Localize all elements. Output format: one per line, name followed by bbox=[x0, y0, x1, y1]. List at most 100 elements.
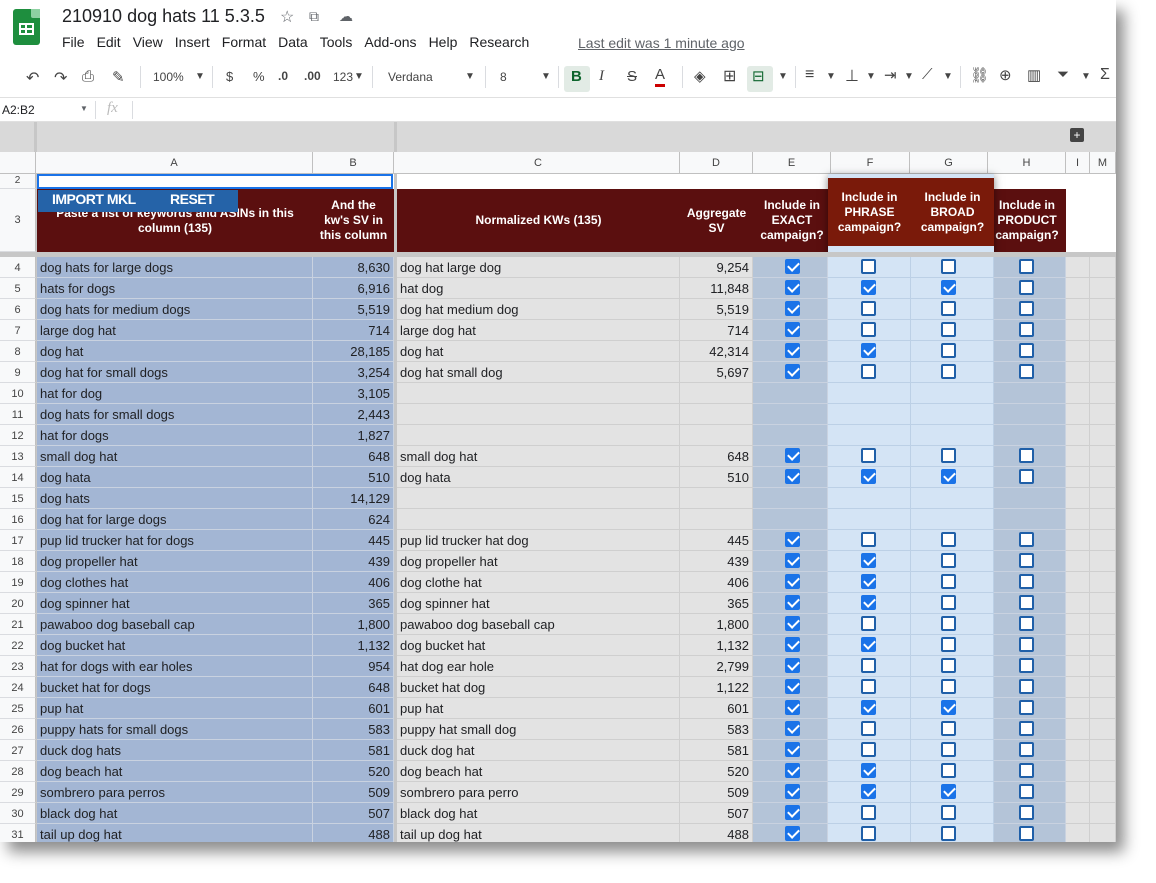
normalized-kw-cell[interactable]: sombrero para perro bbox=[397, 782, 680, 803]
phrase-cell[interactable] bbox=[828, 383, 911, 404]
aggregate-sv-cell[interactable]: 5,519 bbox=[680, 299, 753, 320]
col-header-a[interactable]: A bbox=[36, 152, 313, 174]
checkbox-h-unchecked[interactable] bbox=[1019, 826, 1034, 841]
checkbox-g-unchecked[interactable] bbox=[941, 763, 956, 778]
checkbox-e-checked[interactable] bbox=[785, 784, 800, 799]
row-header[interactable]: 16 bbox=[0, 509, 36, 530]
decrease-decimal-button[interactable]: .0 bbox=[278, 69, 288, 83]
checkbox-e-checked[interactable] bbox=[785, 616, 800, 631]
checkbox-g-unchecked[interactable] bbox=[941, 301, 956, 316]
keyword-cell[interactable]: dog hata bbox=[37, 467, 313, 488]
aggregate-sv-cell[interactable]: 581 bbox=[680, 740, 753, 761]
row-header[interactable]: 20 bbox=[0, 593, 36, 614]
checkbox-g-unchecked[interactable] bbox=[941, 595, 956, 610]
sv-cell[interactable]: 509 bbox=[313, 782, 394, 803]
aggregate-sv-cell[interactable]: 509 bbox=[680, 782, 753, 803]
col-header-e[interactable]: E bbox=[753, 152, 831, 174]
checkbox-e-checked[interactable] bbox=[785, 637, 800, 652]
broad-cell[interactable] bbox=[911, 509, 994, 530]
checkbox-f-checked[interactable] bbox=[861, 784, 876, 799]
checkbox-h-unchecked[interactable] bbox=[1019, 280, 1034, 295]
product-cell[interactable] bbox=[994, 509, 1066, 530]
checkbox-e-checked[interactable] bbox=[785, 826, 800, 841]
aggregate-sv-cell[interactable]: 2,799 bbox=[680, 656, 753, 677]
checkbox-h-unchecked[interactable] bbox=[1019, 721, 1034, 736]
text-color-button[interactable]: A bbox=[655, 66, 666, 87]
keyword-cell[interactable]: sombrero para perros bbox=[37, 782, 313, 803]
checkbox-e-checked[interactable] bbox=[785, 301, 800, 316]
aggregate-sv-cell[interactable]: 601 bbox=[680, 698, 753, 719]
checkbox-g-unchecked[interactable] bbox=[941, 448, 956, 463]
fill-color-icon[interactable]: ◈ bbox=[694, 67, 706, 85]
aggregate-sv-cell[interactable] bbox=[680, 404, 753, 425]
sv-cell[interactable]: 581 bbox=[313, 740, 394, 761]
normalized-kw-cell[interactable]: dog hat medium dog bbox=[397, 299, 680, 320]
sv-cell[interactable]: 583 bbox=[313, 719, 394, 740]
row-header[interactable]: 24 bbox=[0, 677, 36, 698]
checkbox-g-unchecked[interactable] bbox=[941, 679, 956, 694]
keyword-cell[interactable]: hat for dog bbox=[37, 383, 313, 404]
sv-cell[interactable]: 1,132 bbox=[313, 635, 394, 656]
aggregate-sv-cell[interactable]: 1,122 bbox=[680, 677, 753, 698]
text-rotation-icon[interactable]: ⟋ bbox=[922, 66, 933, 83]
star-icon[interactable]: ☆ bbox=[280, 7, 294, 27]
keyword-cell[interactable]: pawaboo dog baseball cap bbox=[37, 614, 313, 635]
sv-cell[interactable]: 648 bbox=[313, 677, 394, 698]
menu-research[interactable]: Research bbox=[469, 34, 529, 50]
normalized-kw-cell[interactable] bbox=[397, 425, 680, 446]
menu-edit[interactable]: Edit bbox=[97, 34, 121, 50]
normalized-kw-cell[interactable]: bucket hat dog bbox=[397, 677, 680, 698]
keyword-cell[interactable]: large dog hat bbox=[37, 320, 313, 341]
checkbox-h-unchecked[interactable] bbox=[1019, 532, 1034, 547]
checkbox-h-unchecked[interactable] bbox=[1019, 469, 1034, 484]
checkbox-g-checked[interactable] bbox=[941, 469, 956, 484]
checkbox-h-unchecked[interactable] bbox=[1019, 259, 1034, 274]
aggregate-sv-cell[interactable] bbox=[680, 425, 753, 446]
checkbox-f-checked[interactable] bbox=[861, 280, 876, 295]
aggregate-sv-cell[interactable]: 445 bbox=[680, 530, 753, 551]
broad-cell[interactable] bbox=[911, 488, 994, 509]
checkbox-f-checked[interactable] bbox=[861, 763, 876, 778]
import-mkl-button[interactable]: IMPORT MKL bbox=[52, 191, 136, 207]
horizontal-align-icon[interactable]: ≡ bbox=[805, 66, 814, 84]
insert-comment-icon[interactable]: ⊕ bbox=[999, 66, 1012, 84]
checkbox-f-unchecked[interactable] bbox=[861, 364, 876, 379]
font-size-chevron-icon[interactable]: ▼ bbox=[541, 71, 551, 82]
keyword-cell[interactable]: puppy hats for small dogs bbox=[37, 719, 313, 740]
checkbox-f-unchecked[interactable] bbox=[861, 259, 876, 274]
keyword-cell[interactable]: black dog hat bbox=[37, 803, 313, 824]
filter-chevron-icon[interactable]: ▼ bbox=[1081, 71, 1091, 82]
checkbox-g-unchecked[interactable] bbox=[941, 637, 956, 652]
col-header-c[interactable]: C bbox=[397, 152, 680, 174]
checkbox-f-unchecked[interactable] bbox=[861, 532, 876, 547]
normalized-kw-cell[interactable]: dog hat large dog bbox=[397, 257, 680, 278]
product-cell[interactable] bbox=[994, 488, 1066, 509]
sv-cell[interactable]: 6,916 bbox=[313, 278, 394, 299]
name-box-chevron-icon[interactable]: ▼ bbox=[80, 104, 88, 113]
keyword-cell[interactable]: duck dog hats bbox=[37, 740, 313, 761]
product-cell[interactable] bbox=[994, 425, 1066, 446]
checkbox-f-unchecked[interactable] bbox=[861, 742, 876, 757]
checkbox-f-checked[interactable] bbox=[861, 553, 876, 568]
normalized-kw-cell[interactable]: dog clothe hat bbox=[397, 572, 680, 593]
sv-cell[interactable]: 28,185 bbox=[313, 341, 394, 362]
row-header[interactable]: 8 bbox=[0, 341, 36, 362]
merge-chevron-icon[interactable]: ▼ bbox=[778, 71, 788, 82]
aggregate-sv-cell[interactable]: 714 bbox=[680, 320, 753, 341]
halign-chevron-icon[interactable]: ▼ bbox=[826, 71, 836, 82]
row-header[interactable]: 23 bbox=[0, 656, 36, 677]
checkbox-f-checked[interactable] bbox=[861, 469, 876, 484]
normalized-kw-cell[interactable]: hat dog bbox=[397, 278, 680, 299]
name-box[interactable]: A2:B2 bbox=[2, 103, 35, 117]
checkbox-e-checked[interactable] bbox=[785, 658, 800, 673]
keyword-cell[interactable]: dog hats for small dogs bbox=[37, 404, 313, 425]
aggregate-sv-cell[interactable]: 1,800 bbox=[680, 614, 753, 635]
normalized-kw-cell[interactable]: hat dog ear hole bbox=[397, 656, 680, 677]
keyword-cell[interactable]: dog hats for medium dogs bbox=[37, 299, 313, 320]
row-header[interactable]: 26 bbox=[0, 719, 36, 740]
merge-cells-icon[interactable]: ⊟ bbox=[752, 67, 765, 85]
italic-button[interactable]: I bbox=[599, 68, 604, 85]
phrase-cell[interactable] bbox=[828, 425, 911, 446]
sv-cell[interactable]: 365 bbox=[313, 593, 394, 614]
normalized-kw-cell[interactable]: tail up dog hat bbox=[397, 824, 680, 842]
